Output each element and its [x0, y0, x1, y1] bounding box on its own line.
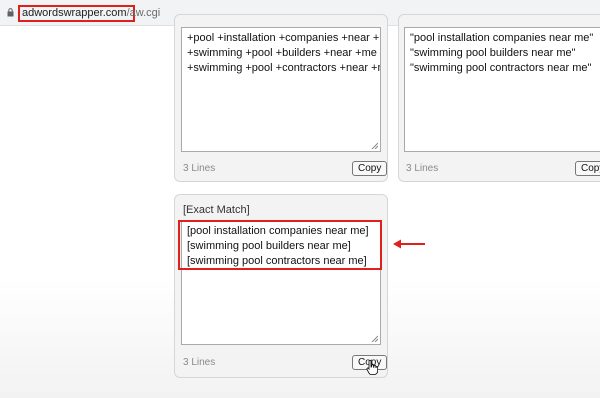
url-host: adwordswrapper.com [22, 7, 127, 19]
url-path: /aw.cgi [126, 7, 161, 19]
phrase-panel: "pool installation companies near me" "s… [398, 14, 600, 182]
hand-cursor-icon [366, 360, 378, 375]
modified-broad-textarea[interactable]: +pool +installation +companies +near +me… [181, 27, 381, 152]
keyword-line: +swimming +pool +contractors +near +me [187, 62, 381, 74]
copy-button[interactable]: Copy [575, 161, 600, 176]
copy-button[interactable]: Copy [352, 161, 388, 176]
line-count: 3 Lines [183, 357, 216, 368]
keyword-line: +swimming +pool +builders +near +me [187, 47, 377, 59]
keyword-line: +pool +installation +companies +near +me [187, 32, 381, 44]
phrase-textarea[interactable]: "pool installation companies near me" "s… [404, 27, 600, 152]
keyword-highlight-box [178, 220, 382, 270]
modified-broad-panel: +pool +installation +companies +near +me… [174, 14, 388, 182]
lock-icon [7, 8, 14, 17]
resize-grip-icon[interactable] [371, 142, 378, 149]
keyword-line: "pool installation companies near me" [410, 32, 594, 44]
resize-grip-icon[interactable] [371, 335, 378, 342]
panel-title: [Exact Match] [183, 204, 250, 216]
line-count: 3 Lines [183, 163, 216, 174]
left-arrow-icon [393, 239, 425, 249]
url-field[interactable]: adwordswrapper.com/aw.cgi [18, 5, 160, 22]
line-count: 3 Lines [406, 163, 439, 174]
keyword-line: "swimming pool contractors near me" [410, 62, 592, 74]
keyword-line: "swimming pool builders near me" [410, 47, 576, 59]
